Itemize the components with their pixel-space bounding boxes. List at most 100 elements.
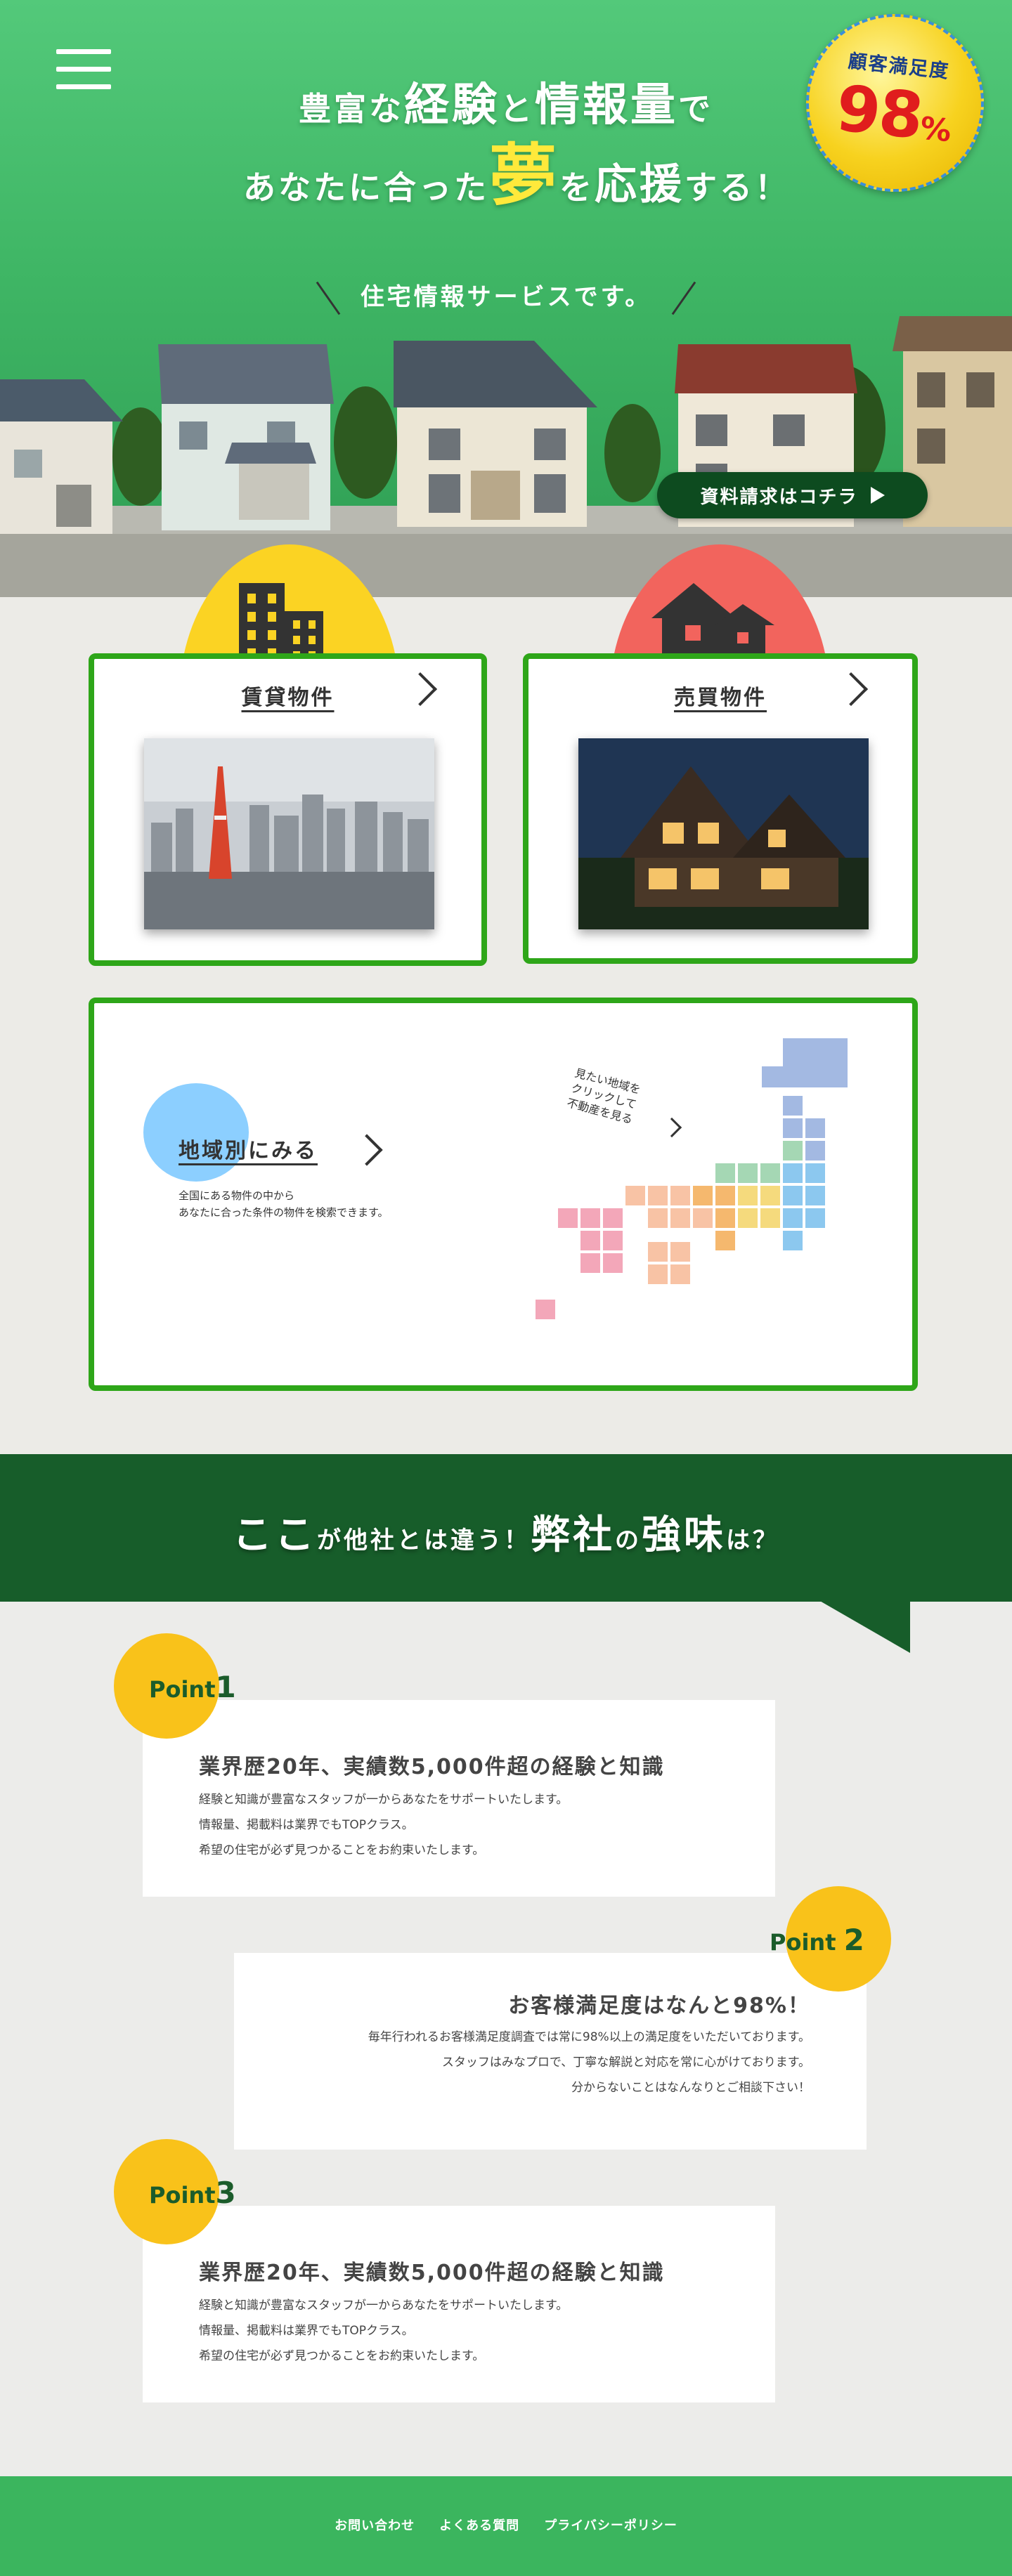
region-tohoku[interactable] xyxy=(805,1141,825,1160)
footer-link-faq[interactable]: よくある質問 xyxy=(439,2518,519,2533)
badge-unit: % xyxy=(918,110,952,150)
sale-property-card[interactable]: 売買物件 xyxy=(523,653,918,964)
headline-text: あなたに合った xyxy=(243,169,489,207)
footer-link-privacy[interactable]: プライバシーポリシー xyxy=(544,2518,677,2533)
region-kanto[interactable] xyxy=(805,1163,825,1183)
headline-text: を xyxy=(559,169,595,207)
region-chubu[interactable] xyxy=(715,1163,735,1183)
region-kyushu[interactable] xyxy=(580,1253,600,1273)
rental-property-card[interactable]: 賃貸物件 xyxy=(89,653,487,966)
region-kyushu[interactable] xyxy=(603,1231,623,1250)
area-desc-line: 全国にある物件の中から xyxy=(179,1189,295,1202)
region-tohoku[interactable] xyxy=(783,1141,803,1160)
area-bubble xyxy=(143,1083,249,1182)
region-shikoku[interactable] xyxy=(648,1242,668,1262)
houses-illustration xyxy=(0,316,1012,597)
region-chugoku[interactable] xyxy=(670,1208,690,1228)
strengths-header: ここが他社とは違う！弊社の強味は？ xyxy=(0,1454,1012,1602)
region-okinawa[interactable] xyxy=(536,1300,555,1319)
footer-nav: お問い合わせ よくある質問 プライバシーポリシー xyxy=(0,2516,1012,2534)
play-icon xyxy=(870,487,885,504)
footer-link-contact[interactable]: お問い合わせ xyxy=(335,2518,415,2533)
cta-label: 資料請求はコチラ xyxy=(700,486,858,508)
page: 豊富な経験と情報量で あなたに合った夢を応援する！ 顧客満足度 98% 住宅情報… xyxy=(0,0,1012,2576)
point-label: Point 2 xyxy=(770,1923,864,1957)
region-chubu[interactable] xyxy=(738,1208,758,1228)
region-chubu[interactable] xyxy=(760,1208,780,1228)
point-number: 2 xyxy=(843,1923,864,1957)
region-chugoku[interactable] xyxy=(648,1208,668,1228)
region-kyushu[interactable] xyxy=(558,1208,578,1228)
region-kanto[interactable] xyxy=(783,1186,803,1205)
area-search-link[interactable]: 地域別にみる xyxy=(179,1133,318,1164)
region-kanto[interactable] xyxy=(805,1208,825,1228)
point-body: 経験と知識が豊富なスタッフが一からあなたをサポートいたします。 情報量、掲載料は… xyxy=(199,1787,568,1863)
chevron-right-icon xyxy=(351,1134,383,1166)
region-chubu[interactable] xyxy=(760,1186,780,1205)
region-tohoku[interactable] xyxy=(783,1118,803,1138)
region-chugoku[interactable] xyxy=(625,1186,645,1205)
region-kanto[interactable] xyxy=(783,1231,803,1250)
region-hokkaido[interactable] xyxy=(762,1066,783,1087)
region-kyushu[interactable] xyxy=(580,1231,600,1250)
headline-text: する！ xyxy=(685,169,790,207)
menu-bar xyxy=(56,67,111,72)
region-kinki[interactable] xyxy=(715,1231,735,1250)
region-kanto[interactable] xyxy=(805,1186,825,1205)
area-search-card: 地域別にみる 全国にある物件の中から あなたに合った条件の物件を検索できます。 xyxy=(89,998,918,1391)
region-tohoku[interactable] xyxy=(783,1096,803,1116)
request-brochure-button[interactable]: 資料請求はコチラ xyxy=(657,472,928,518)
headline-text: 応援 xyxy=(595,160,685,209)
region-kinki[interactable] xyxy=(715,1208,735,1228)
point-line: 毎年行われるお客様満足度調査では常に98%以上の満足度をいただいております。 xyxy=(368,2030,810,2044)
badge-number: 98 xyxy=(833,71,926,154)
region-kinki[interactable] xyxy=(693,1186,713,1205)
point-line: スタッフはみなプロで、丁寧な解説と対応を常に心がけております。 xyxy=(441,2055,810,2070)
strengths-heading: ここが他社とは違う！弊社の強味は？ xyxy=(0,1503,1012,1560)
region-shikoku[interactable] xyxy=(670,1264,690,1284)
region-chugoku[interactable] xyxy=(670,1186,690,1205)
point-card: 業界歴20年、実績数5,000件超の経験と知識 経験と知識が豊富なスタッフが一か… xyxy=(143,2206,775,2402)
strengths-header-tail xyxy=(819,1600,910,1653)
point-label-text: Point xyxy=(149,2182,216,2209)
point-label: Point3 xyxy=(149,2176,236,2210)
point-label-text: Point xyxy=(149,1676,216,1703)
point-line: 分からないことはなんなりとご相談下さい！ xyxy=(571,2081,810,2095)
point-number: 1 xyxy=(215,1670,236,1704)
region-hokkaido[interactable] xyxy=(783,1038,848,1087)
point-line: 経験と知識が豊富なスタッフが一からあなたをサポートいたします。 xyxy=(199,2299,569,2313)
menu-bar xyxy=(56,49,111,54)
region-kinki[interactable] xyxy=(715,1186,735,1205)
point-body: 経験と知識が豊富なスタッフが一からあなたをサポートいたします。 情報量、掲載料は… xyxy=(199,2293,568,2369)
region-chugoku[interactable] xyxy=(693,1208,713,1228)
region-kyushu[interactable] xyxy=(603,1208,623,1228)
region-shikoku[interactable] xyxy=(670,1242,690,1262)
area-description: 全国にある物件の中から あなたに合った条件の物件を検索できます。 xyxy=(179,1187,389,1221)
region-kanto[interactable] xyxy=(783,1163,803,1183)
region-chubu[interactable] xyxy=(738,1163,758,1183)
headline-text: 情報量 xyxy=(535,79,678,131)
region-chugoku[interactable] xyxy=(648,1186,668,1205)
region-chubu[interactable] xyxy=(738,1186,758,1205)
region-kyushu[interactable] xyxy=(580,1208,600,1228)
region-chubu[interactable] xyxy=(760,1163,780,1183)
point-number: 3 xyxy=(215,2176,236,2210)
region-kanto[interactable] xyxy=(783,1208,803,1228)
heading-text: 強味 xyxy=(642,1512,726,1558)
heading-text: 弊社 xyxy=(531,1512,615,1558)
headline-text: 経験 xyxy=(404,79,500,131)
point-body: 毎年行われるお客様満足度調査では常に98%以上の満足度をいただいております。 ス… xyxy=(368,2025,810,2100)
point-card: 業界歴20年、実績数5,000件超の経験と知識 経験と知識が豊富なスタッフが一か… xyxy=(143,1700,775,1897)
heading-text: が他社とは違う！ xyxy=(317,1526,531,1555)
point-title: 業界歴20年、実績数5,000件超の経験と知識 xyxy=(199,1755,665,1779)
region-shikoku[interactable] xyxy=(648,1264,668,1284)
region-tohoku[interactable] xyxy=(805,1118,825,1138)
point-line: 情報量、掲載料は業界でもTOPクラス。 xyxy=(199,2324,414,2338)
heading-text: の xyxy=(615,1526,642,1555)
point-line: 希望の住宅が必ず見つかることをお約束いたします。 xyxy=(199,2349,485,2363)
point-line: 希望の住宅が必ず見つかることをお約束いたします。 xyxy=(199,1843,485,1857)
point-label: Point1 xyxy=(149,1670,236,1704)
night-house-photo xyxy=(578,738,869,929)
headline-text: で xyxy=(678,90,713,128)
region-kyushu[interactable] xyxy=(603,1253,623,1273)
